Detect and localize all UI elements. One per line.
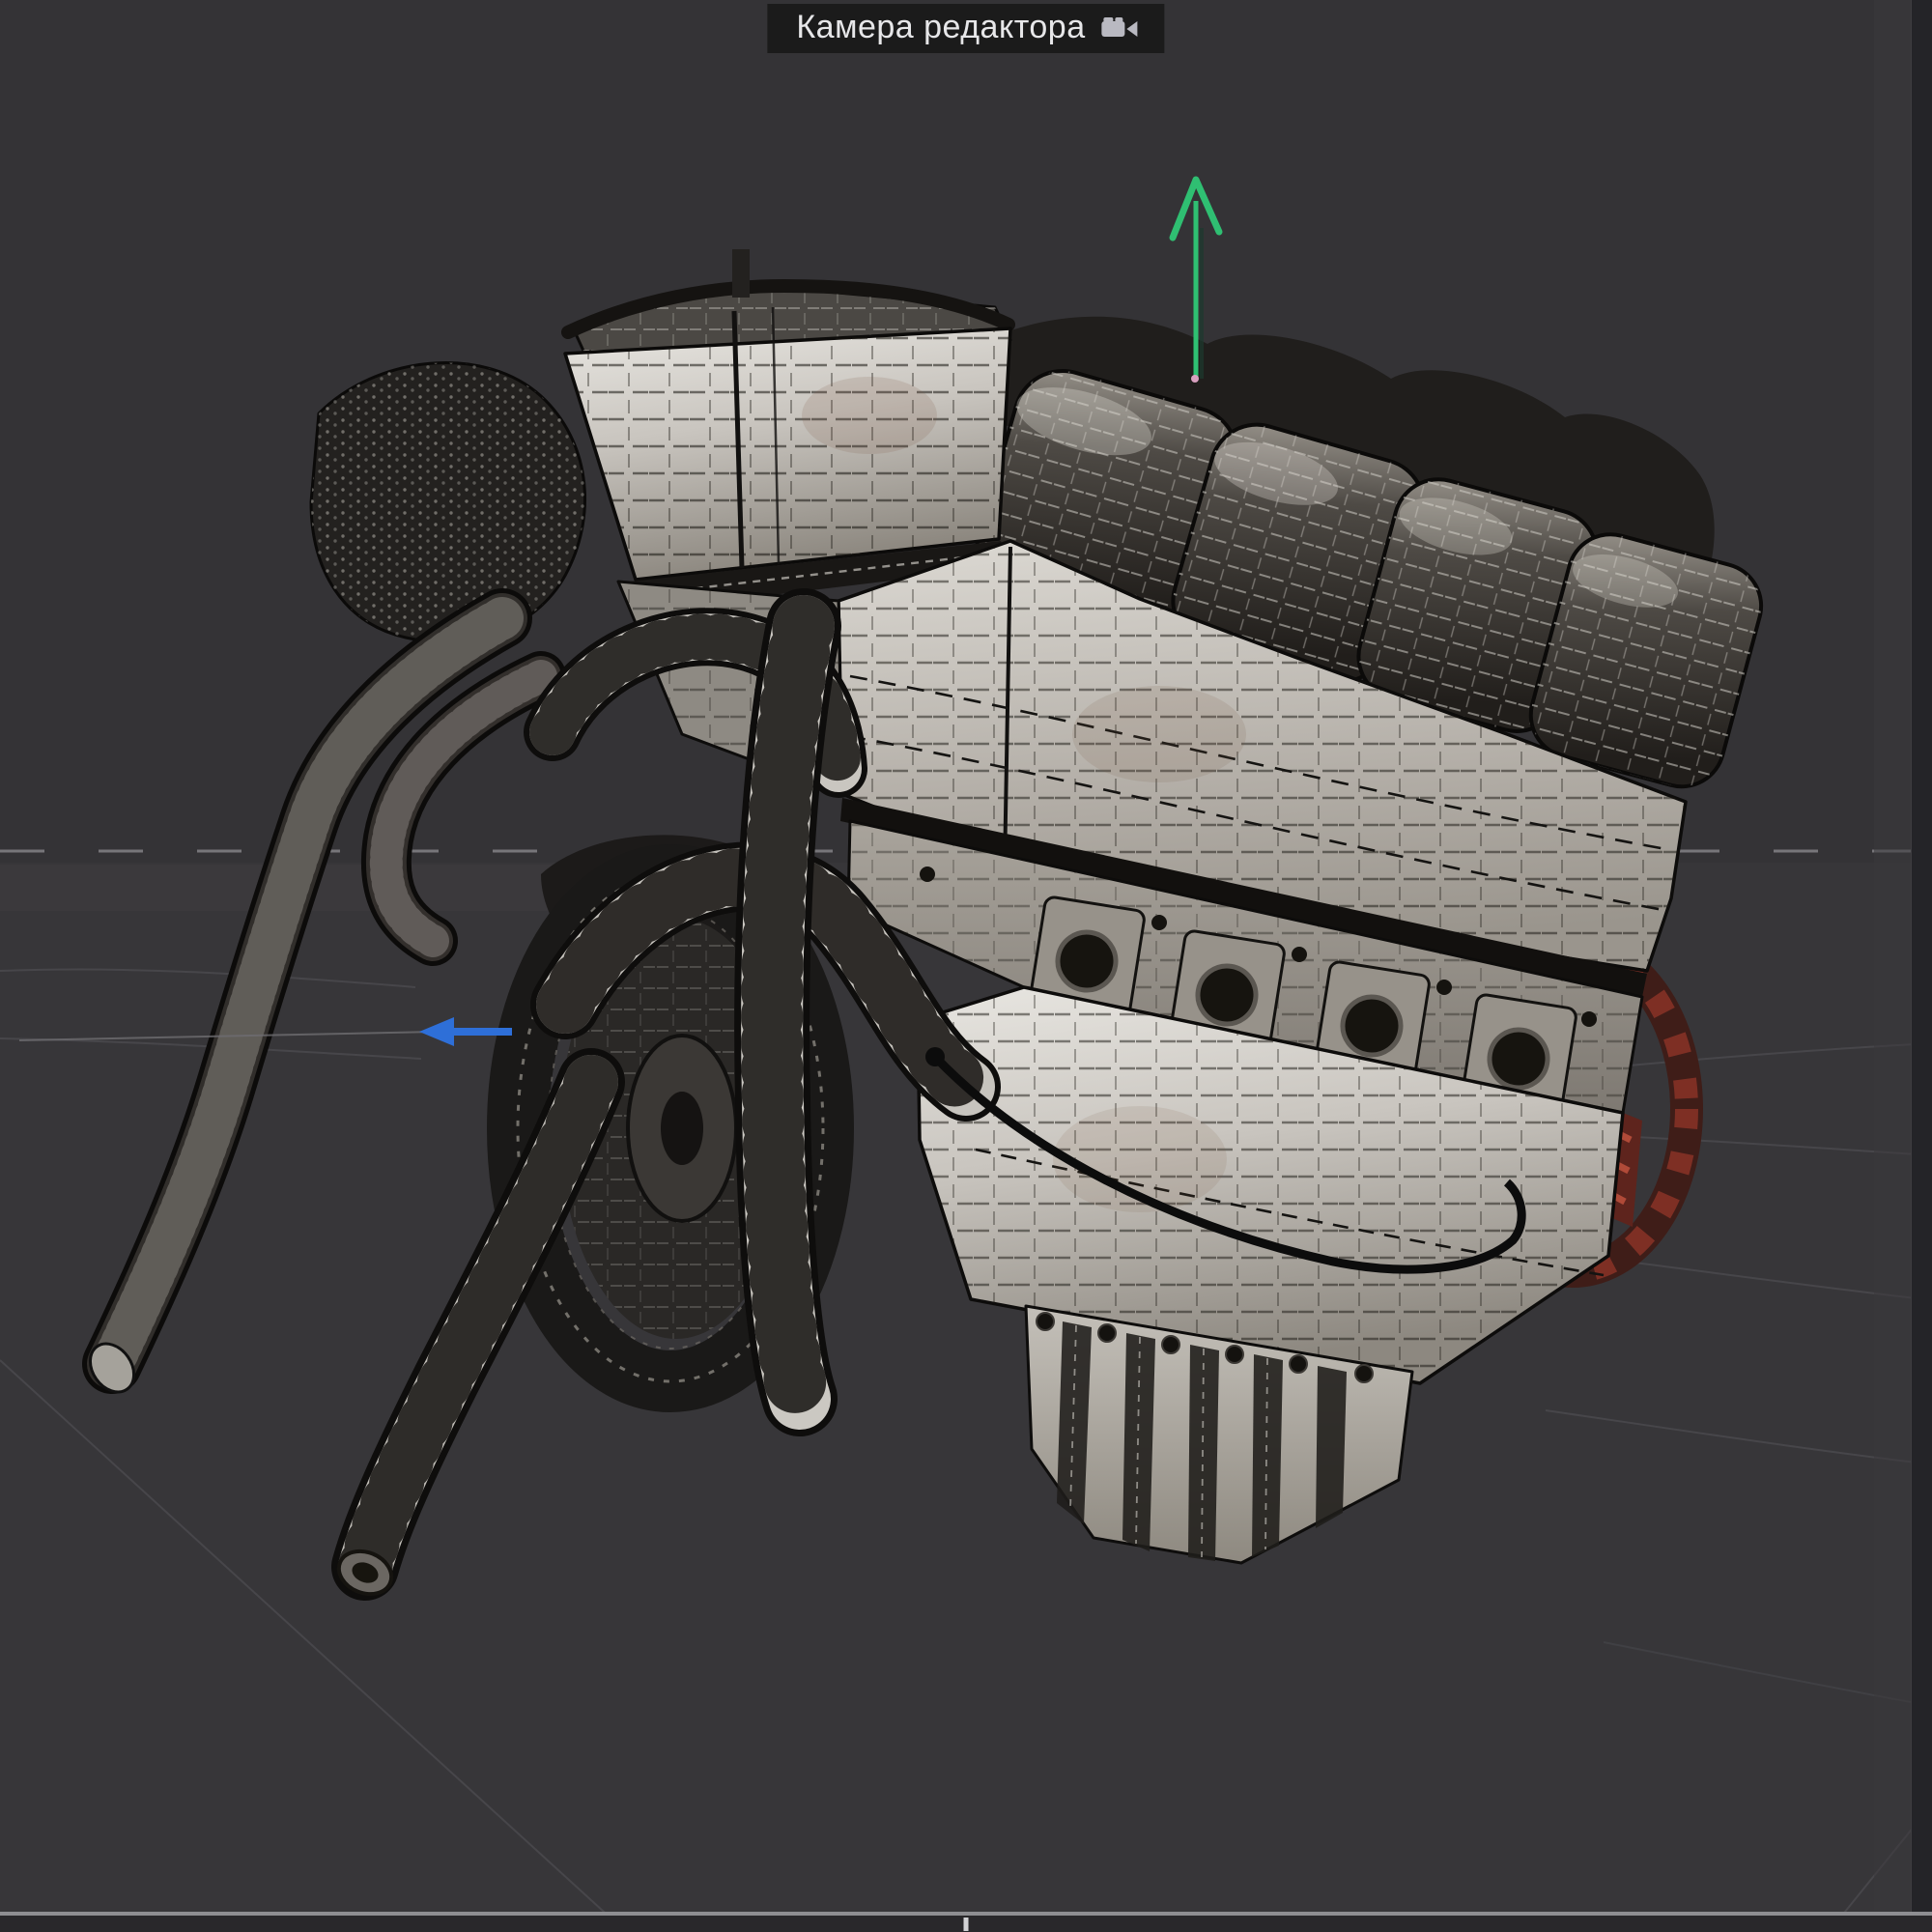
air-cleaner-box [561,249,1015,611]
viewport-camera-label[interactable]: Камера редактора [767,4,1165,53]
viewport-canvas[interactable] [0,0,1932,1932]
viewport-right-shading [1874,0,1911,1911]
bottom-divider-handle[interactable] [963,1918,969,1931]
viewport-title: Камера редактора [796,9,1086,45]
right-edge-panel [1911,0,1932,1932]
3d-viewport[interactable]: Камера редактора [0,0,1932,1932]
movie-camera-icon [1101,16,1138,37]
